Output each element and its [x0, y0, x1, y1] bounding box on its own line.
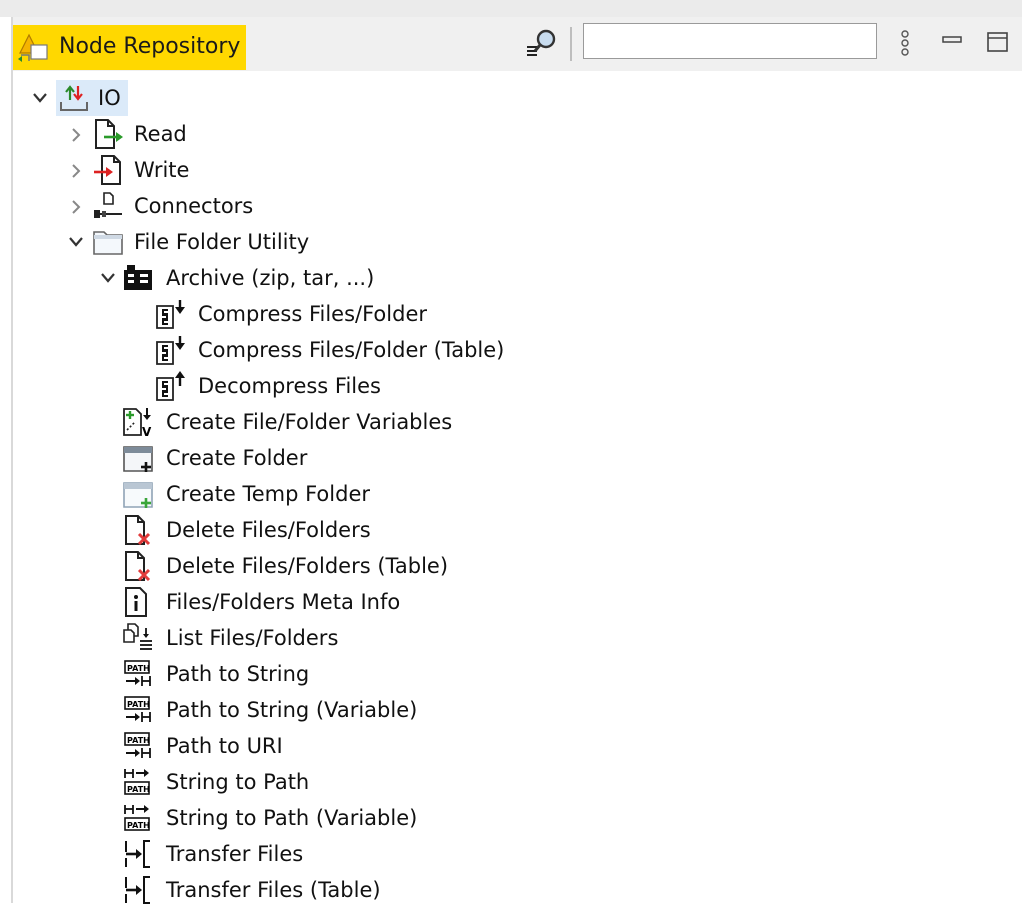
minimize-icon[interactable] [941, 31, 963, 51]
tree-item-compress-files-folder-table[interactable]: Compress Files/Folder (Table) [154, 332, 534, 368]
tree-item-label: Connectors [134, 194, 254, 218]
info-file-icon [125, 587, 147, 617]
read-node-icon [95, 119, 123, 149]
tree-item-path-to-string-variable[interactable]: PATH Path to String (Variable) [122, 692, 462, 728]
maximize-icon[interactable] [986, 31, 1010, 53]
chevron-right-icon[interactable] [66, 125, 86, 145]
path-to-string-icon: PATH [124, 660, 151, 686]
tree-item-label: Archive (zip, tar, ...) [166, 266, 375, 290]
tree-item-label: Compress Files/Folder (Table) [198, 338, 505, 362]
node-repository-tab[interactable]: Node Repository [13, 25, 246, 70]
compress-icon [156, 300, 185, 329]
search-icon[interactable] [525, 28, 559, 58]
path-to-string-icon: PATH [124, 696, 151, 722]
toolbar-separator [570, 27, 572, 61]
compress-icon [156, 336, 185, 365]
tree-item-string-to-path-variable[interactable]: PATH String to Path (Variable) [122, 800, 462, 836]
tree-item-create-file-folder-variables[interactable]: V Create File/Folder Variables [122, 404, 482, 440]
tree-item-label: Read [134, 122, 187, 146]
list-files-icon [123, 623, 152, 650]
tree-item-label: Path to String [166, 662, 310, 686]
node-repository-icon [18, 33, 48, 62]
window-top-border [0, 0, 1022, 17]
panel-title: Node Repository [59, 34, 241, 59]
delete-file-icon [125, 551, 151, 582]
tree-item-decompress-files[interactable]: Decompress Files [154, 368, 454, 404]
tree-item-label: Files/Folders Meta Info [166, 590, 401, 614]
panel-header: Node Repository [13, 17, 1022, 71]
svg-text:PATH: PATH [127, 664, 150, 673]
tree-item-label: List Files/Folders [166, 626, 339, 650]
svg-text:V: V [142, 425, 152, 438]
tree-item-delete-files-folders[interactable]: Delete Files/Folders [122, 512, 422, 548]
create-temp-folder-icon [123, 482, 153, 508]
tree-item-label: Create File/Folder Variables [166, 410, 453, 434]
path-to-uri-icon: PATH [124, 732, 151, 758]
svg-text:PATH: PATH [127, 821, 150, 830]
tree-item-label: Write [134, 158, 190, 182]
decompress-icon [156, 371, 185, 401]
tree-item-label: Delete Files/Folders (Table) [166, 554, 449, 578]
tree-item-connectors[interactable]: Connectors [66, 188, 286, 224]
chevron-right-icon[interactable] [66, 197, 86, 217]
write-node-icon [94, 155, 121, 185]
transfer-files-icon [125, 876, 150, 904]
tree-item-compress-files-folder[interactable]: Compress Files/Folder [154, 296, 454, 332]
tree-item-label: Compress Files/Folder [198, 302, 428, 326]
chevron-right-icon[interactable] [66, 161, 86, 181]
tree-item-label: Transfer Files [166, 842, 304, 866]
tree-item-label: IO [98, 86, 121, 110]
string-to-path-icon: PATH [124, 805, 150, 831]
chevron-down-icon[interactable] [30, 88, 50, 108]
tree-item-label: Delete Files/Folders [166, 518, 371, 542]
search-input[interactable] [583, 23, 877, 59]
tree-item-label: Create Temp Folder [166, 482, 370, 506]
tree-item-label: String to Path (Variable) [166, 806, 418, 830]
tree-item-read[interactable]: Read [66, 116, 226, 152]
transfer-files-icon [125, 840, 150, 868]
tree-item-label: String to Path [166, 770, 310, 794]
tree-item-files-folders-meta-info[interactable]: Files/Folders Meta Info [122, 584, 442, 620]
tree-item-create-folder[interactable]: Create Folder [122, 440, 382, 476]
svg-text:PATH: PATH [127, 736, 150, 745]
chevron-down-icon[interactable] [98, 268, 118, 288]
tree-item-label: Transfer Files (Table) [166, 878, 381, 902]
tree-item-delete-files-folders-table[interactable]: Delete Files/Folders (Table) [122, 548, 482, 584]
tree-item-label: Path to String (Variable) [166, 698, 418, 722]
tree-item-transfer-files[interactable]: Transfer Files [122, 836, 422, 872]
view-menu-icon[interactable] [898, 28, 912, 58]
tree-item-write[interactable]: Write [66, 152, 226, 188]
file-variables-icon: V [123, 408, 152, 438]
chevron-down-icon[interactable] [66, 232, 86, 252]
tree-item-io[interactable]: IO [30, 80, 150, 116]
window-left-border [0, 17, 13, 903]
string-to-path-icon: PATH [124, 769, 150, 795]
tree-item-list-files-folders[interactable]: List Files/Folders [122, 620, 422, 656]
connectors-icon [94, 192, 122, 218]
archive-icon [124, 265, 152, 290]
tree-item-label: Create Folder [166, 446, 308, 470]
create-folder-icon [123, 446, 153, 472]
tree-item-path-to-uri[interactable]: PATH Path to URI [122, 728, 422, 764]
svg-text:PATH: PATH [127, 785, 150, 794]
svg-text:PATH: PATH [127, 700, 150, 709]
tree-item-string-to-path[interactable]: PATH String to Path [122, 764, 422, 800]
tree-item-file-folder-utility[interactable]: File Folder Utility [66, 224, 326, 260]
folder-icon [93, 231, 123, 255]
delete-file-icon [125, 515, 151, 546]
tree-item-create-temp-folder[interactable]: Create Temp Folder [122, 476, 422, 512]
tree-item-archive[interactable]: Archive (zip, tar, ...) [98, 260, 398, 296]
tree-item-label: Path to URI [166, 734, 283, 758]
tree-item-path-to-string[interactable]: PATH Path to String [122, 656, 422, 692]
tree-item-label: Decompress Files [198, 374, 382, 398]
io-category-icon [60, 85, 88, 111]
tree-item-label: File Folder Utility [134, 230, 310, 254]
